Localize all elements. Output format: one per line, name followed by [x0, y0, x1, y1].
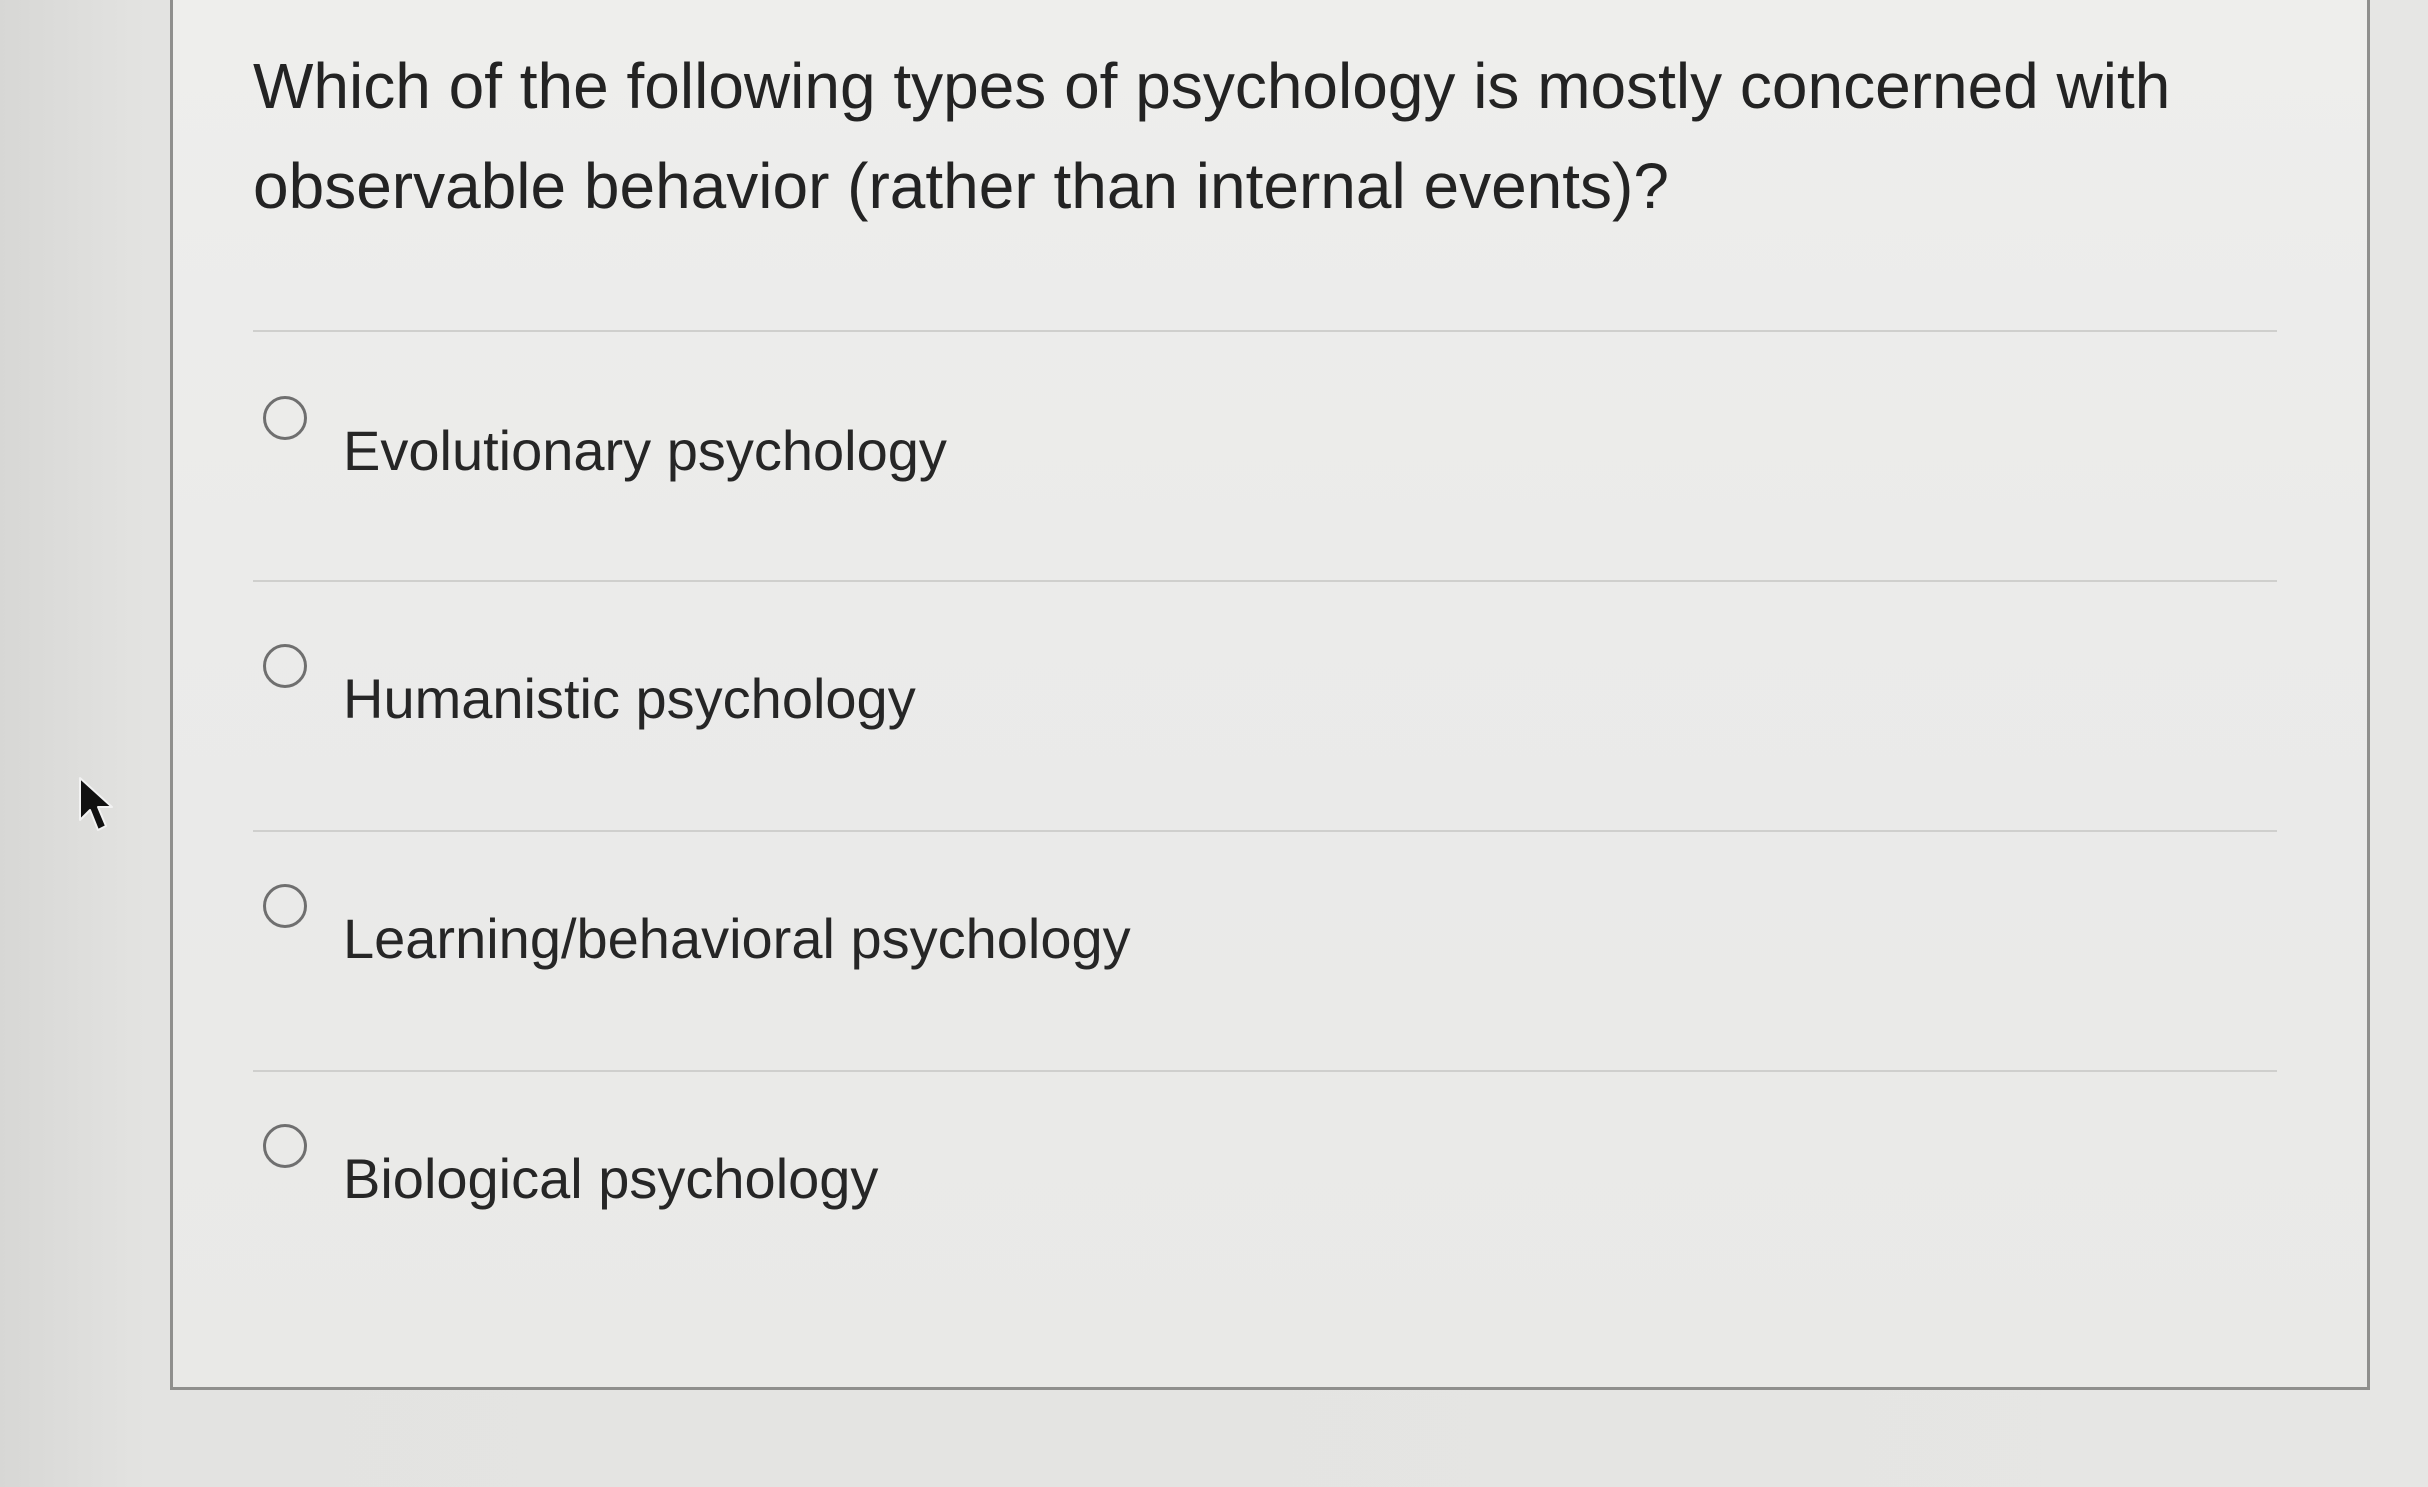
answer-option-biological[interactable]: Biological psychology — [263, 1124, 2263, 1244]
option-label: Humanistic psychology — [343, 667, 916, 730]
mouse-pointer-icon — [79, 777, 113, 831]
option-label: Biological psychology — [343, 1147, 879, 1210]
answer-option-learning-behavioral[interactable]: Learning/behavioral psychology — [263, 884, 2263, 1004]
radio-button[interactable] — [263, 396, 307, 440]
divider — [253, 580, 2277, 582]
question-text: Which of the following types of psycholo… — [253, 50, 2171, 222]
question-card: Which of the following types of psycholo… — [170, 0, 2370, 1390]
divider — [253, 1070, 2277, 1072]
radio-button[interactable] — [263, 644, 307, 688]
radio-button[interactable] — [263, 1124, 307, 1168]
divider — [253, 330, 2277, 332]
divider — [253, 830, 2277, 832]
answer-option-humanistic[interactable]: Humanistic psychology — [263, 644, 2263, 764]
answer-option-evolutionary[interactable]: Evolutionary psychology — [263, 396, 2263, 516]
radio-button[interactable] — [263, 884, 307, 928]
option-label: Evolutionary psychology — [343, 419, 947, 482]
option-label: Learning/behavioral psychology — [343, 907, 1131, 970]
